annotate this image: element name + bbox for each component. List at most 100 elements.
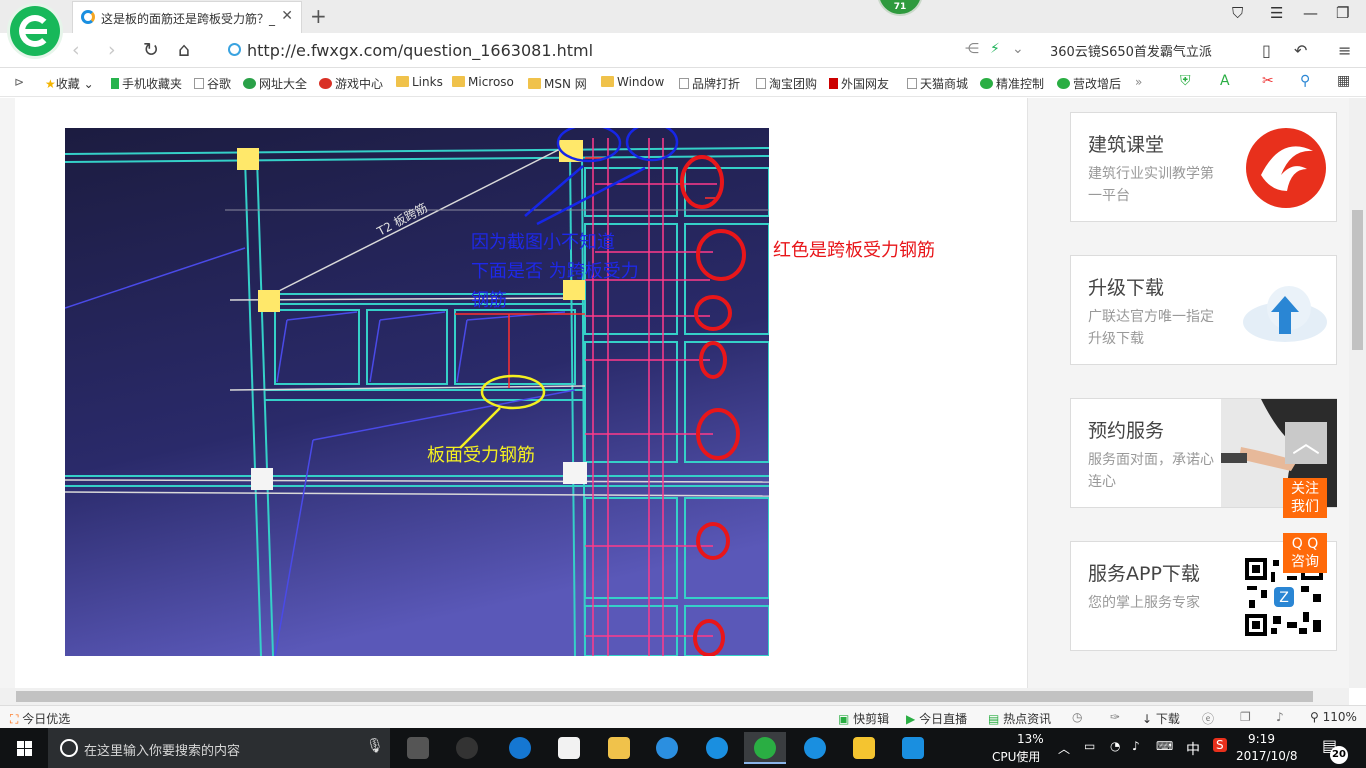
back-icon[interactable]: ‹ <box>72 39 80 61</box>
scroll-thumb[interactable] <box>1352 210 1363 350</box>
status-item[interactable]: ▤ 热点资讯 <box>988 710 1051 727</box>
bookmark-item[interactable]: 外国网友 <box>829 75 889 92</box>
sogou-ime-icon[interactable]: S <box>1213 738 1227 752</box>
forward-icon[interactable]: › <box>108 39 116 61</box>
status-item[interactable]: ▶ 今日直播 <box>906 710 967 727</box>
card-upgrade-download[interactable]: 升级下载 广联达官方唯一指定升级下载 <box>1070 255 1337 365</box>
bookmark-item[interactable]: 手机收藏夹 <box>111 75 182 92</box>
secure-shield-icon <box>228 43 241 56</box>
new-tab-icon[interactable]: + <box>310 4 327 28</box>
dropdown-chevron-icon[interactable]: ⌄ <box>1012 41 1024 57</box>
taskbar-app-glodon[interactable] <box>696 732 738 764</box>
today-picks[interactable]: ⛶ 今日优选 <box>10 710 70 727</box>
translate-icon[interactable]: A <box>1220 73 1230 89</box>
bookmark-item[interactable]: 游戏中心 <box>319 75 383 92</box>
taskbar-app-explorer[interactable] <box>598 732 640 764</box>
volume-icon[interactable]: ♪ <box>1132 739 1140 753</box>
notification-badge[interactable]: 71 <box>877 0 923 16</box>
card-desc: 服务面对面，承诺心连心 <box>1088 452 1214 490</box>
page-icon <box>907 78 917 89</box>
taskbar-app-browser[interactable] <box>446 732 488 764</box>
horizontal-scrollbar[interactable] <box>0 688 1349 705</box>
start-button[interactable] <box>0 728 48 768</box>
download-button[interactable]: ↓ 下载 <box>1142 710 1180 727</box>
menu-icon[interactable]: ☰ <box>1270 4 1283 22</box>
more-menu-icon[interactable]: ≡ <box>1338 41 1351 60</box>
folder-icon <box>452 76 465 87</box>
undo-icon[interactable]: ↶ <box>1294 41 1307 60</box>
lightning-icon[interactable]: ⚡ <box>990 41 1000 57</box>
bookmark-item[interactable]: Microso <box>452 75 514 89</box>
taskbar-app-store[interactable] <box>548 732 590 764</box>
bookmark-item[interactable]: 网址大全 <box>243 75 307 92</box>
home-icon[interactable]: ⌂ <box>178 39 190 61</box>
zoom-level[interactable]: ⚲ 110% <box>1310 710 1357 724</box>
clock-time[interactable]: 9:19 <box>1248 732 1275 746</box>
bookmark-item[interactable]: 谷歌 <box>194 75 231 92</box>
bookmark-bar: ⊳ ★收藏 ⌄ 手机收藏夹 谷歌 网址大全 游戏中心 Links Microso… <box>0 69 1366 97</box>
browser-logo-icon[interactable] <box>10 6 60 56</box>
status-item[interactable]: ▣ 快剪辑 <box>838 710 889 727</box>
taskbar-app-notes[interactable] <box>843 732 885 764</box>
status-bar: ⛶ 今日优选 ▣ 快剪辑 ▶ 今日直播 ▤ 热点资讯 ◷ ✑ ↓ 下载 ⓔ ❐ … <box>0 705 1366 728</box>
phone-icon[interactable]: ▯ <box>1262 41 1271 60</box>
bookmark-item[interactable]: 淘宝团购 <box>756 75 817 92</box>
globe-icon <box>243 78 256 89</box>
microphone-icon[interactable]: 🎙 <box>366 738 384 754</box>
bookmark-item[interactable]: Window <box>601 75 664 89</box>
speed-icon[interactable]: ◷ <box>1072 710 1082 724</box>
ie-icon <box>656 737 678 759</box>
swirl-logo-icon <box>1246 128 1326 208</box>
shirt-skin-icon[interactable]: ⛉ <box>1232 4 1243 22</box>
ime-indicator[interactable]: 中 <box>1186 739 1200 759</box>
bookmark-item[interactable]: 天猫商城 <box>907 75 968 92</box>
search-icon[interactable]: ⚲ <box>1300 73 1310 89</box>
taskbar-app-ie[interactable] <box>646 732 688 764</box>
bookmark-item[interactable]: 品牌打折 <box>679 75 740 92</box>
scroll-thumb[interactable] <box>16 691 1313 702</box>
share-icon[interactable]: ⋲ <box>965 41 979 57</box>
url-text[interactable]: http://e.fwxgx.com/question_1663081.html <box>247 41 593 60</box>
folder-icon <box>528 78 541 89</box>
battery-icon[interactable]: ▭ <box>1084 739 1095 753</box>
back-to-top-button[interactable]: ︿ <box>1285 422 1327 464</box>
tab-active[interactable]: 这是板的面筋还是跨板受力筋？_ ✕ <box>72 1 302 33</box>
taskbar-app-task-view[interactable] <box>397 732 439 764</box>
more-bookmarks-icon[interactable]: » <box>1135 75 1142 89</box>
bookmark-item[interactable]: MSN 网 <box>528 75 587 92</box>
card-building-class[interactable]: 建筑课堂 建筑行业实训教学第一平台 <box>1070 112 1337 222</box>
follow-us-button[interactable]: 关注 我们 <box>1283 478 1327 518</box>
taskbar-app-360-browser[interactable] <box>744 732 786 764</box>
address-bar[interactable]: http://e.fwxgx.com/question_1663081.html… <box>220 37 1035 64</box>
bookmark-item[interactable]: 营改增后 <box>1057 75 1121 92</box>
ie-mode-icon[interactable]: ⓔ <box>1202 710 1214 727</box>
card-title: 预约服务 <box>1088 420 1165 442</box>
apps-grid-icon[interactable]: ▦ <box>1337 73 1350 89</box>
bookmark-item[interactable]: 精准控制 <box>980 75 1044 92</box>
taskbar-app-glodon-2[interactable] <box>794 732 836 764</box>
window-icon[interactable]: ❐ <box>1240 710 1251 724</box>
search-box[interactable]: 360云镜S650首发霸气立派 <box>1050 41 1220 60</box>
taskbar-app-edge[interactable] <box>499 732 541 764</box>
sidebar-toggle-icon[interactable]: ⊳ <box>14 75 24 89</box>
taskbar-search[interactable]: 在这里输入你要搜索的内容 🎙 <box>48 728 390 768</box>
clock-date[interactable]: 2017/10/8 <box>1236 749 1298 763</box>
bookmark-favorites[interactable]: ★收藏 ⌄ <box>45 75 94 92</box>
volume-icon[interactable]: ♪ <box>1276 710 1284 724</box>
bookmark-item[interactable]: Links <box>396 75 443 89</box>
refresh-icon[interactable]: ↻ <box>143 39 159 61</box>
minimize-icon[interactable]: — <box>1303 4 1318 22</box>
tab-close-icon[interactable]: ✕ <box>281 8 293 24</box>
shield-guard-icon[interactable]: ⛨ <box>1180 73 1191 89</box>
tray-expand-icon[interactable]: ︿ <box>1058 740 1070 757</box>
yellow-annotation: 板面受力钢筋 <box>427 445 535 466</box>
wifi-icon[interactable]: ◔ <box>1110 739 1120 753</box>
wechat-icon <box>1057 78 1070 89</box>
scissors-icon[interactable]: ✂ <box>1262 73 1274 89</box>
pin-icon[interactable]: ✑ <box>1110 710 1120 724</box>
maximize-icon[interactable]: ❐ <box>1336 4 1349 22</box>
vertical-scrollbar[interactable] <box>1349 98 1366 688</box>
qq-consult-button[interactable]: Q Q 咨询 <box>1283 533 1327 573</box>
keyboard-icon[interactable]: ⌨ <box>1156 739 1173 753</box>
taskbar-app-tools[interactable] <box>892 732 934 764</box>
